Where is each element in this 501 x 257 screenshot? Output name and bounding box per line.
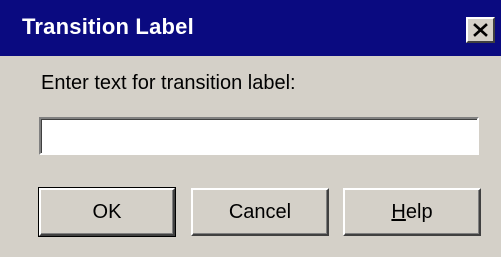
dialog-window: Transition Label Enter text for transiti… [0,0,501,257]
help-button[interactable]: Help [343,188,481,236]
transition-label-input[interactable] [39,117,479,155]
prompt-label: Enter text for transition label: [41,72,296,94]
ok-button[interactable]: OK [38,187,176,237]
close-icon [473,23,488,37]
close-button[interactable] [466,17,495,43]
window-title: Transition Label [22,14,194,39]
cancel-button[interactable]: Cancel [191,188,329,236]
title-bar[interactable]: Transition Label [0,0,501,56]
